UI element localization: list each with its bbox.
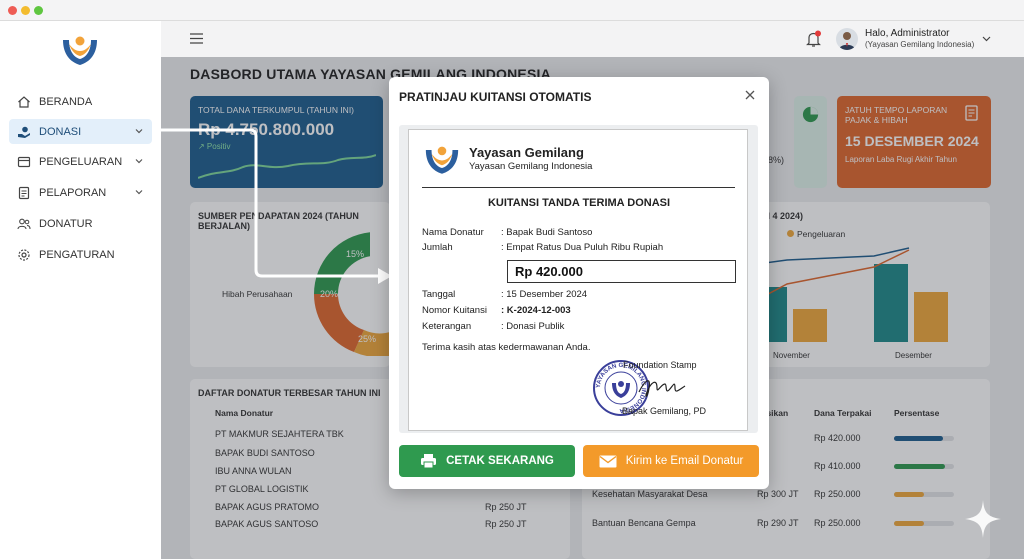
donor-label: Nama Donatur (422, 227, 484, 238)
receipt-heading: KUITANSI TANDA TERIMA DONASI (487, 197, 671, 209)
avatar[interactable] (836, 28, 858, 50)
envelope-icon (599, 455, 617, 467)
sidebar-item-label: DONASI (39, 125, 82, 138)
amount-box: Rp 420.000 (507, 260, 736, 283)
users-icon (17, 218, 31, 229)
user-greeting-org: (Yayasan Gemilang Indonesia) (865, 40, 975, 49)
foundation-logo-icon (63, 36, 97, 65)
thank-you-text: Terima kasih atas kedermawanan Anda. (422, 342, 591, 353)
user-greeting[interactable]: Halo, Administrator (Yayasan Gemilang In… (865, 28, 974, 50)
menu-icon[interactable] (190, 33, 203, 44)
expense-icon (17, 156, 31, 167)
close-window-button[interactable] (8, 6, 17, 15)
window-titlebar (0, 0, 1024, 21)
maximize-window-button[interactable] (34, 6, 43, 15)
sidebar-item-beranda[interactable]: BERANDA (9, 89, 152, 114)
report-icon (18, 186, 30, 199)
printer-icon (421, 454, 437, 469)
signer-name: Bapak Gemilang, PD (622, 406, 707, 416)
user-greeting-name: Halo, Administrator (865, 28, 950, 39)
sidebar: BERANDA DONASI PENGELUARAN PELAPORAN DON… (0, 21, 161, 559)
print-now-label: CETAK SEKARANG (446, 455, 554, 467)
signature-icon (638, 380, 686, 397)
donation-hand-icon (18, 126, 30, 138)
top-header: Halo, Administrator (Yayasan Gemilang In… (161, 21, 1024, 57)
receipt-number-label: Nomor Kuitansi (422, 305, 487, 316)
email-donor-label: Kirim ke Email Donatur (625, 455, 744, 467)
connector-arrow-icon (152, 128, 392, 284)
receipt-number-value: : K-2024-12-003 (501, 305, 571, 316)
sidebar-item-donatur[interactable]: DONATUR (9, 211, 152, 236)
modal-title: PRATINJAU KUITANSI OTOMATIS (399, 90, 592, 104)
sidebar-item-label: BERANDA (39, 95, 93, 108)
donor-value: : Bapak Budi Santoso (501, 227, 593, 238)
date-label: Tanggal (422, 289, 456, 300)
close-icon[interactable] (745, 90, 755, 100)
amount-words-label: Jumlah (422, 242, 453, 253)
divider (422, 187, 735, 188)
sidebar-item-pengeluaran[interactable]: PENGELUARAN (9, 149, 152, 174)
email-donor-button[interactable]: Kirim ke Email Donatur (583, 445, 759, 477)
stamp-label: Foundation Stamp (623, 360, 697, 370)
note-label: Keterangan (422, 321, 472, 332)
amount-words-value: : Empat Ratus Dua Puluh Ribu Rupiah (501, 242, 664, 253)
sidebar-item-label: PELAPORAN (39, 186, 107, 199)
receipt-preview-area: Yayasan Gemilang Yayasan Gemilang Indone… (399, 125, 758, 433)
sidebar-item-pelaporan[interactable]: PELAPORAN (9, 180, 152, 205)
sidebar-item-donasi[interactable]: DONASI (9, 119, 152, 144)
sidebar-item-label: PENGELUARAN (39, 155, 123, 168)
minimize-window-button[interactable] (21, 6, 30, 15)
receipt-org-sub: Yayasan Gemilang Indonesia (469, 161, 593, 172)
date-value: : 15 Desember 2024 (501, 289, 588, 300)
print-now-button[interactable]: CETAK SEKARANG (399, 445, 575, 477)
sidebar-item-label: PENGATURAN (39, 248, 115, 261)
note-value: : Donasi Publik (501, 321, 565, 332)
notification-bell-icon[interactable] (806, 30, 822, 48)
sparkle-icon (965, 500, 1001, 538)
receipt-document: Yayasan Gemilang Yayasan Gemilang Indone… (408, 129, 748, 431)
sidebar-item-label: DONATUR (39, 217, 93, 230)
sidebar-item-pengaturan[interactable]: PENGATURAN (9, 242, 152, 267)
gear-icon (18, 248, 30, 261)
receipt-org-name: Yayasan Gemilang (469, 145, 584, 160)
foundation-logo-icon (425, 146, 459, 174)
chevron-down-icon[interactable] (982, 36, 991, 42)
receipt-preview-modal: PRATINJAU KUITANSI OTOMATIS Yayasan Gemi… (389, 77, 769, 489)
home-icon (18, 95, 30, 108)
